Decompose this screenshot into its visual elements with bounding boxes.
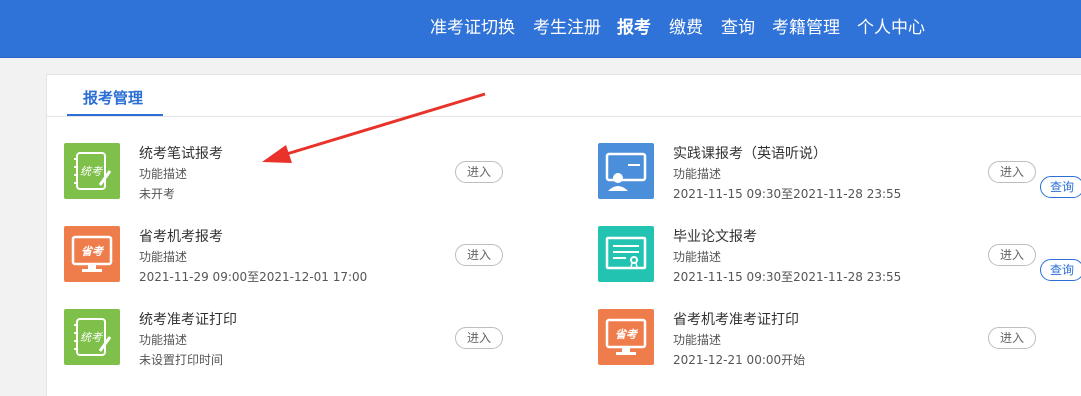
card-status: 2021-11-29 09:00至2021-12-01 17:00 <box>139 270 368 284</box>
top-header-bar: 准考证切换 考生注册 报考 缴费 查询 考籍管理 个人中心 <box>0 0 1081 58</box>
enter-button[interactable]: 进入 <box>988 327 1036 349</box>
card-provincial-computer-ticket-print: 省考 省考机考准考证打印 功能描述 2021-12-21 00:00开始 进入 <box>598 309 1081 369</box>
card-title: 毕业论文报考 <box>673 229 757 245</box>
tab-exam-management[interactable]: 报考管理 <box>83 87 143 108</box>
svg-text:统考: 统考 <box>80 165 103 178</box>
enter-button[interactable]: 进入 <box>988 161 1036 183</box>
nav-item-admission-switch[interactable]: 准考证切换 <box>430 17 515 39</box>
query-button[interactable]: 查询 <box>1040 259 1081 281</box>
card-title: 省考机考准考证打印 <box>673 312 799 328</box>
svg-text:省考: 省考 <box>81 245 105 258</box>
nav-item-registration[interactable]: 考生注册 <box>533 17 601 39</box>
card-description: 功能描述 <box>139 250 188 264</box>
card-title: 实践课报考（英语听说） <box>673 146 827 162</box>
left-margin <box>0 58 46 395</box>
card-title: 统考笔试报考 <box>139 146 223 162</box>
card-admission-ticket-print: 统考 统考准考证打印 功能描述 未设置打印时间 进入 <box>64 309 524 369</box>
card-practical-course-english: 实践课报考（英语听说） 功能描述 2021-11-15 09:30至2021-1… <box>598 143 1081 203</box>
enter-button[interactable]: 进入 <box>988 244 1036 266</box>
card-title: 省考机考报考 <box>139 229 223 245</box>
enter-button[interactable]: 进入 <box>455 244 503 266</box>
card-provincial-computer-exam: 省考 省考机考报考 功能描述 2021-11-29 09:00至2021-12-… <box>64 226 524 286</box>
computer-exam-icon: 省考 <box>64 226 120 282</box>
enter-button[interactable]: 进入 <box>455 327 503 349</box>
card-status: 未开考 <box>139 187 176 201</box>
card-description: 功能描述 <box>673 333 722 347</box>
card-description: 功能描述 <box>673 250 722 264</box>
nav-item-payment[interactable]: 缴费 <box>669 17 703 39</box>
tab-divider <box>47 116 1081 117</box>
card-graduation-thesis: 毕业论文报考 功能描述 2021-11-15 09:30至2021-11-28 … <box>598 226 1081 286</box>
enter-button[interactable]: 进入 <box>455 161 503 183</box>
notebook-pen-icon: 统考 <box>64 309 120 365</box>
card-description: 功能描述 <box>139 333 188 347</box>
computer-exam-icon: 省考 <box>598 309 654 365</box>
certificate-icon <box>598 226 654 282</box>
nav-item-record-management[interactable]: 考籍管理 <box>772 17 840 39</box>
card-description: 功能描述 <box>139 167 188 181</box>
nav-item-query[interactable]: 查询 <box>721 17 755 39</box>
card-status: 未设置打印时间 <box>139 353 224 367</box>
card-status: 2021-11-15 09:30至2021-11-28 23:55 <box>673 187 902 201</box>
card-title: 统考准考证打印 <box>139 312 237 328</box>
nav-item-exam-apply[interactable]: 报考 <box>617 17 651 39</box>
card-unified-written-exam: 统考 统考笔试报考 功能描述 未开考 进入 <box>64 143 524 203</box>
svg-text:统考: 统考 <box>80 331 103 344</box>
teacher-board-icon <box>598 143 654 199</box>
exam-management-panel: 报考管理 统考 统考笔试报考 功能描述 未开考 进入 实践课报考（英语听说） 功… <box>46 74 1081 396</box>
card-status: 2021-12-21 00:00开始 <box>673 353 806 367</box>
svg-text:省考: 省考 <box>615 328 639 341</box>
card-description: 功能描述 <box>673 167 722 181</box>
nav-item-personal-center[interactable]: 个人中心 <box>857 17 925 39</box>
notebook-pen-icon: 统考 <box>64 143 120 199</box>
query-button[interactable]: 查询 <box>1040 176 1081 198</box>
card-status: 2021-11-15 09:30至2021-11-28 23:55 <box>673 270 902 284</box>
